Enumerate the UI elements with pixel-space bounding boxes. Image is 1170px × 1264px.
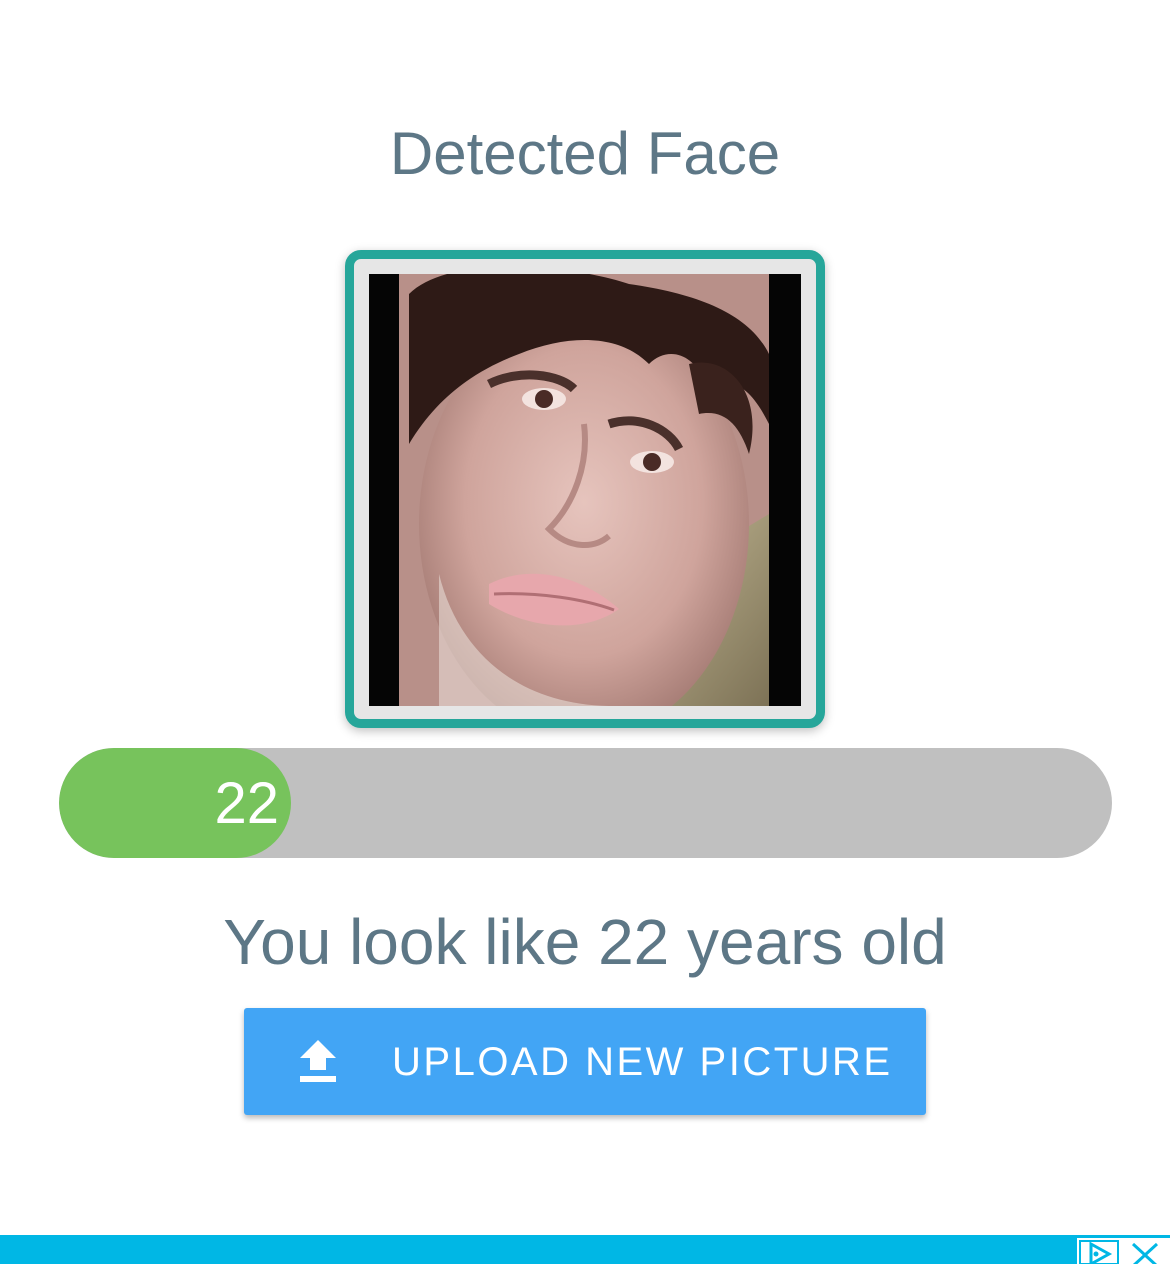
upload-new-picture-label[interactable]: UPLOAD NEW PICTURE	[392, 1008, 893, 1115]
age-progress-value: 22	[214, 771, 279, 836]
ad-banner[interactable]	[0, 1235, 1170, 1264]
close-icon[interactable]	[1127, 1240, 1163, 1264]
page: Detected Face 22 You look like 22 years …	[0, 0, 1170, 1264]
age-progress-bar: 22	[59, 748, 1112, 858]
face-photo-illustration	[369, 274, 801, 706]
detected-face-image	[369, 274, 801, 706]
ad-choices-icon[interactable]	[1079, 1240, 1119, 1264]
detected-face-frame	[345, 250, 825, 728]
age-result-text: You look like 22 years old	[223, 906, 947, 978]
page-title: Detected Face	[389, 120, 781, 187]
age-progress-fill: 22	[59, 748, 291, 858]
upload-icon[interactable]	[300, 1040, 336, 1084]
